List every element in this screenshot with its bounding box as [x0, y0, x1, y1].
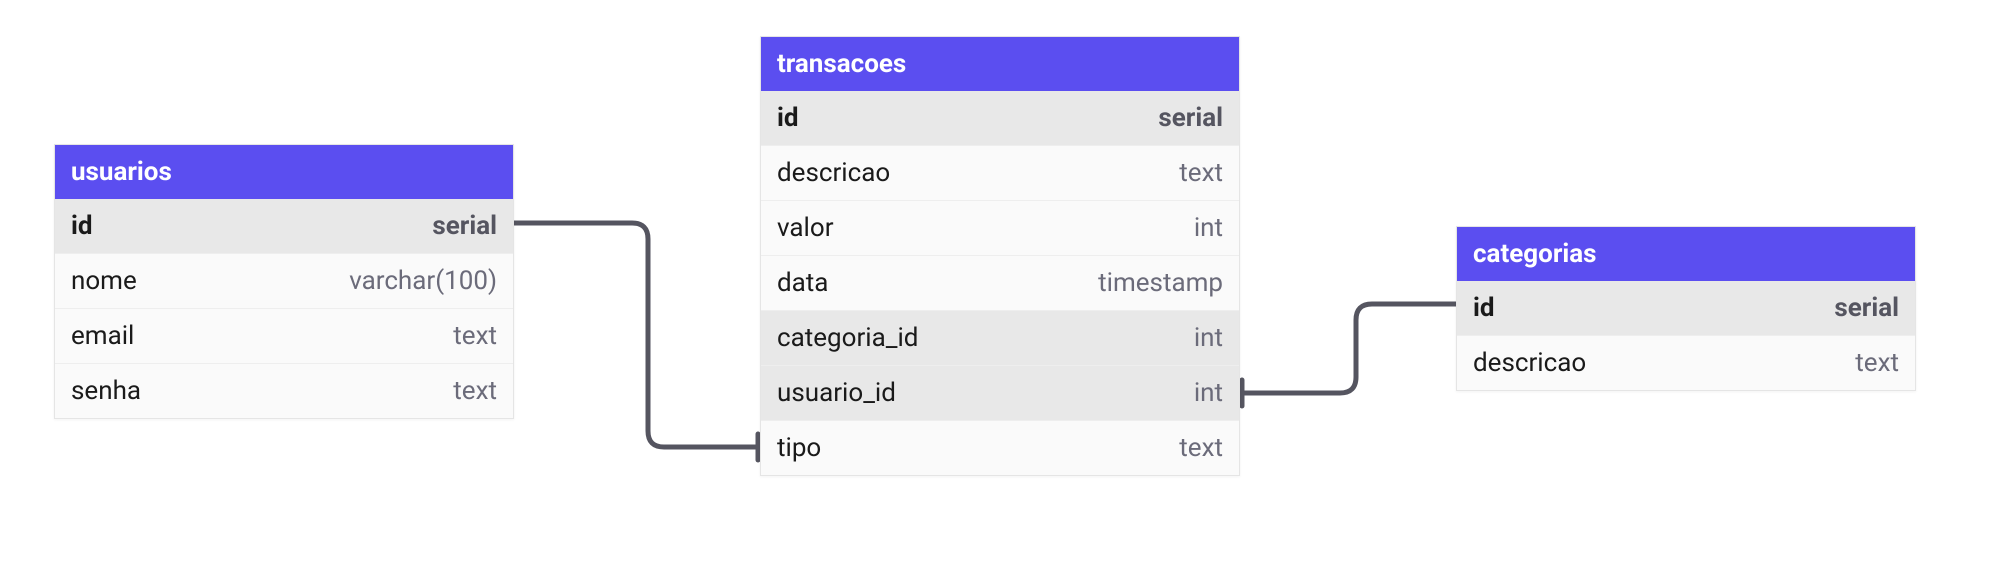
column-type: int — [1194, 378, 1223, 408]
column-name: descricao — [1473, 348, 1586, 378]
column-name: email — [71, 321, 134, 351]
table-transacoes[interactable]: transacoes id serial descricao text valo… — [760, 36, 1240, 476]
column-type: int — [1194, 213, 1223, 243]
column-type: serial — [1158, 103, 1223, 133]
table-row: valor int — [761, 201, 1239, 256]
column-type: text — [1179, 433, 1223, 463]
table-row: id serial — [1457, 281, 1915, 336]
column-type: text — [1179, 158, 1223, 188]
column-name: valor — [777, 213, 834, 243]
column-name: nome — [71, 266, 137, 296]
column-name: descricao — [777, 158, 890, 188]
column-type: serial — [432, 211, 497, 241]
column-type: timestamp — [1098, 268, 1223, 298]
column-name: id — [71, 211, 93, 241]
column-name: senha — [71, 376, 141, 406]
column-type: int — [1194, 323, 1223, 353]
table-row: senha text — [55, 364, 513, 418]
table-row: id serial — [55, 199, 513, 254]
column-type: serial — [1834, 293, 1899, 323]
table-header-categorias: categorias — [1457, 227, 1915, 281]
table-row: email text — [55, 309, 513, 364]
column-type: text — [453, 321, 497, 351]
table-row: tipo text — [761, 421, 1239, 475]
column-name: data — [777, 268, 828, 298]
column-name: usuario_id — [777, 378, 896, 408]
table-categorias[interactable]: categorias id serial descricao text — [1456, 226, 1916, 391]
table-row: id serial — [761, 91, 1239, 146]
table-row: categoria_id int — [761, 311, 1239, 366]
column-name: id — [777, 103, 799, 133]
table-header-usuarios: usuarios — [55, 145, 513, 199]
table-header-transacoes: transacoes — [761, 37, 1239, 91]
column-type: varchar(100) — [349, 266, 497, 296]
column-name: id — [1473, 293, 1495, 323]
table-row: nome varchar(100) — [55, 254, 513, 309]
table-row: usuario_id int — [761, 366, 1239, 421]
table-row: descricao text — [761, 146, 1239, 201]
column-name: tipo — [777, 433, 821, 463]
table-usuarios[interactable]: usuarios id serial nome varchar(100) ema… — [54, 144, 514, 419]
table-row: descricao text — [1457, 336, 1915, 390]
column-name: categoria_id — [777, 323, 918, 353]
table-row: data timestamp — [761, 256, 1239, 311]
column-type: text — [1855, 348, 1899, 378]
column-type: text — [453, 376, 497, 406]
